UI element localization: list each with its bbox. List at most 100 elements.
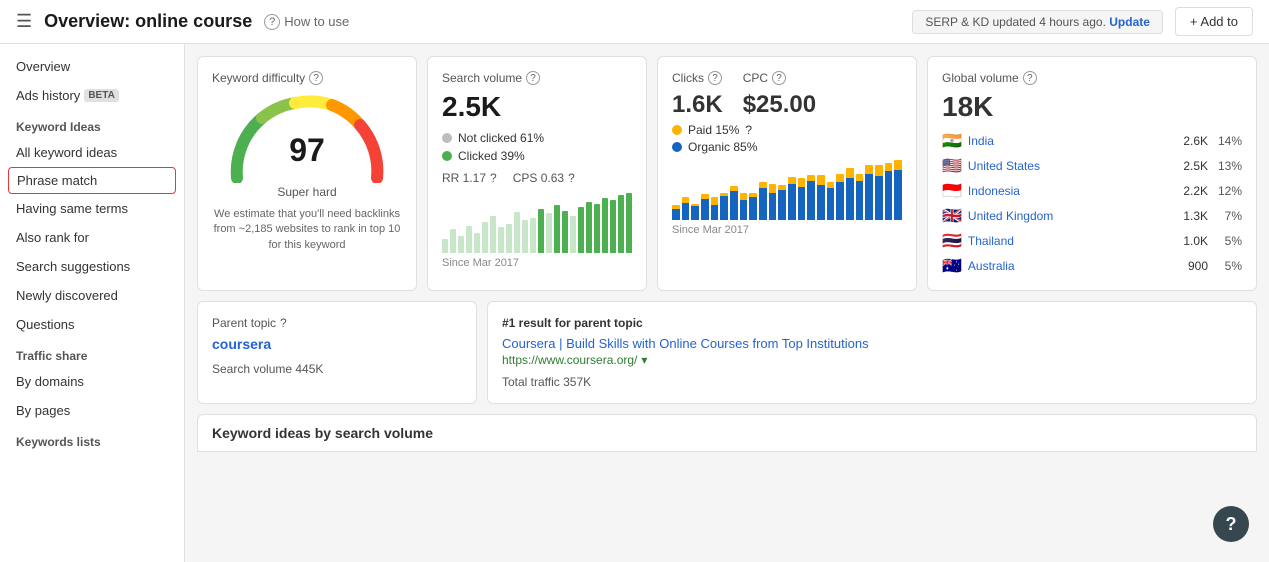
country-volume: 900	[1178, 259, 1208, 273]
sv-bar	[602, 198, 608, 253]
country-percent: 5%	[1214, 259, 1242, 273]
update-link[interactable]: Update	[1109, 15, 1150, 29]
sidebar: Overview Ads history BETA Keyword Ideas …	[0, 44, 185, 562]
sv-bar	[514, 212, 520, 253]
country-row: 🇹🇭 Thailand 1.0K 5%	[942, 231, 1242, 251]
sidebar-item-questions[interactable]: Questions	[0, 310, 184, 339]
dropdown-icon[interactable]: ▾	[641, 353, 647, 367]
clicks-organic: Organic 85%	[672, 140, 902, 154]
sv-value: 2.5K	[442, 91, 632, 123]
cpc-value: $25.00	[743, 91, 816, 119]
gv-value: 18K	[942, 91, 1242, 123]
sv-label: Search volume ?	[442, 71, 632, 85]
paid-bar	[836, 174, 844, 182]
add-to-button[interactable]: + Add to	[1175, 7, 1253, 36]
organic-bar	[672, 209, 680, 220]
sidebar-item-newly-discovered[interactable]: Newly discovered	[0, 281, 184, 310]
sidebar-item-by-pages[interactable]: By pages	[0, 396, 184, 425]
kd-card: Keyword difficulty ? 97 Super hard	[197, 56, 417, 291]
parent-topic-link[interactable]: coursera	[212, 336, 462, 352]
sv-bar	[594, 204, 600, 253]
sv-not-clicked: Not clicked 61%	[442, 131, 632, 145]
clicks-paid: Paid 15% ?	[672, 123, 902, 137]
country-name[interactable]: Indonesia	[968, 184, 1172, 198]
country-percent: 14%	[1214, 134, 1242, 148]
clicks-bar-group	[836, 160, 844, 220]
clicks-legend: Paid 15% ? Organic 85%	[672, 123, 902, 154]
paid-bar	[846, 168, 854, 179]
country-flag: 🇺🇸	[942, 156, 962, 176]
clicks-bar-group	[807, 160, 815, 220]
kd-description: We estimate that you'll need backlinks f…	[212, 207, 402, 253]
organic-bar	[865, 174, 873, 220]
sv-clicked: Clicked 39%	[442, 149, 632, 163]
country-flag: 🇦🇺	[942, 256, 962, 276]
sv-since: Since Mar 2017	[442, 257, 632, 269]
country-name[interactable]: Australia	[968, 259, 1172, 273]
organic-bar	[894, 170, 902, 220]
country-name[interactable]: United States	[968, 159, 1172, 173]
clicks-bar-group	[672, 160, 680, 220]
clicks-help-icon[interactable]: ?	[708, 71, 722, 85]
organic-bar	[701, 199, 709, 220]
organic-bar	[682, 203, 690, 220]
paid-bar	[856, 174, 864, 181]
country-volume: 2.6K	[1178, 134, 1208, 148]
sv-meta: RR 1.17 ? CPS 0.63 ?	[442, 171, 632, 185]
how-to-use-link[interactable]: ? How to use	[264, 14, 349, 30]
sv-bar	[538, 209, 544, 253]
gauge-svg: 97	[227, 93, 387, 183]
organic-bar	[759, 188, 767, 220]
paid-bar	[894, 160, 902, 170]
top-nav: ☰ Overview: online course ? How to use S…	[0, 0, 1269, 44]
sv-bar	[490, 216, 496, 254]
sidebar-item-all-keyword-ideas[interactable]: All keyword ideas	[0, 138, 184, 167]
sv-bar	[442, 239, 448, 253]
parent-help-icon[interactable]: ?	[280, 316, 287, 330]
sv-bar	[554, 205, 560, 253]
organic-bar	[769, 193, 777, 220]
help-button[interactable]: ?	[1213, 506, 1249, 542]
clicks-bar-group	[885, 160, 893, 220]
clicks-chart	[672, 160, 902, 220]
gv-help-icon[interactable]: ?	[1023, 71, 1037, 85]
clicks-bar-group	[856, 160, 864, 220]
paid-help-icon[interactable]: ?	[745, 123, 752, 137]
sidebar-item-search-suggestions[interactable]: Search suggestions	[0, 252, 184, 281]
country-flag: 🇹🇭	[942, 231, 962, 251]
sidebar-item-having-same-terms[interactable]: Having same terms	[0, 194, 184, 223]
clicks-bar-group	[894, 160, 902, 220]
organic-bar	[807, 181, 815, 220]
rr-help-icon[interactable]: ?	[490, 171, 497, 185]
organic-bar	[875, 176, 883, 220]
sv-chart	[442, 193, 632, 253]
cpc-help-icon[interactable]: ?	[772, 71, 786, 85]
clicks-card: Clicks ? 1.6K CPC ? $25.00	[657, 56, 917, 291]
organic-bar	[836, 182, 844, 220]
clicks-header: Clicks ? 1.6K CPC ? $25.00	[672, 71, 902, 119]
metrics-cards-row: Keyword difficulty ? 97 Super hard	[197, 56, 1257, 291]
country-name[interactable]: Thailand	[968, 234, 1172, 248]
sidebar-item-also-rank-for[interactable]: Also rank for	[0, 223, 184, 252]
paid-bar	[798, 178, 806, 186]
country-name[interactable]: United Kingdom	[968, 209, 1172, 223]
sidebar-section-keywords-lists: Keywords lists	[0, 425, 184, 453]
sv-help-icon[interactable]: ?	[526, 71, 540, 85]
country-name[interactable]: India	[968, 134, 1172, 148]
paid-bar	[865, 165, 873, 174]
sv-bar	[610, 200, 616, 253]
sv-bar	[474, 233, 480, 253]
result-link[interactable]: Coursera | Build Skills with Online Cour…	[502, 336, 1242, 351]
country-percent: 5%	[1214, 234, 1242, 248]
country-row: 🇮🇩 Indonesia 2.2K 12%	[942, 181, 1242, 201]
kd-help-icon[interactable]: ?	[309, 71, 323, 85]
sidebar-item-phrase-match[interactable]: Phrase match	[8, 167, 176, 194]
hamburger-icon[interactable]: ☰	[16, 11, 32, 32]
organic-bar	[885, 171, 893, 220]
sv-bar	[506, 224, 512, 253]
clicks-bar-group	[759, 160, 767, 220]
sidebar-item-by-domains[interactable]: By domains	[0, 367, 184, 396]
cps-help-icon[interactable]: ?	[568, 171, 575, 185]
sidebar-item-ads-history[interactable]: Ads history BETA	[0, 81, 184, 110]
sidebar-item-overview[interactable]: Overview	[0, 52, 184, 81]
